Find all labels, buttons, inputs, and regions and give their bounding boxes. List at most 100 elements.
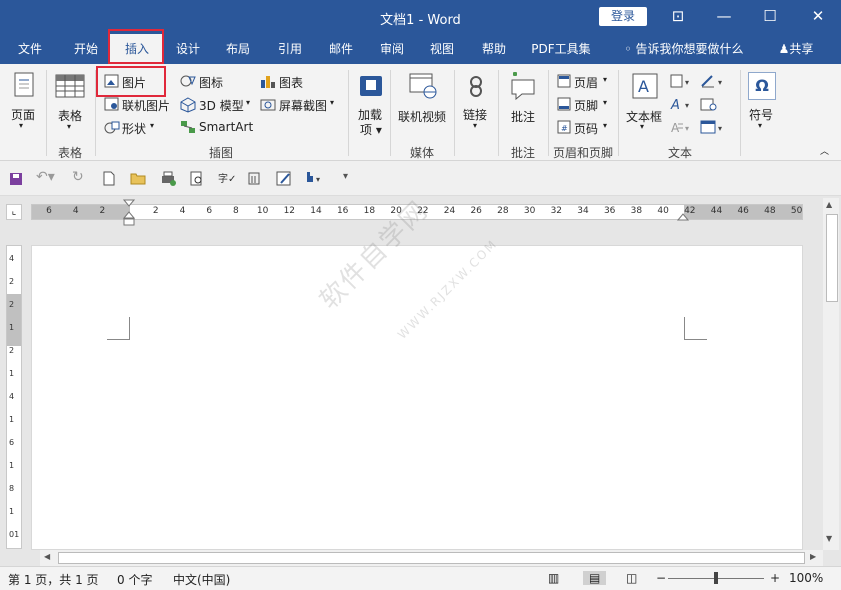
tab-references[interactable]: 引用 [270,34,310,64]
ruler-tick: 4 [179,206,186,216]
addins-label-2: 项 ▾ [360,123,382,137]
scroll-up-icon[interactable]: ▲ [826,200,832,209]
chevron-down-icon: ▾ [67,122,72,131]
ruler-tick: 38 [630,206,643,216]
draw-table-icon[interactable] [276,171,292,186]
print-layout-icon[interactable]: ▤ [583,571,607,585]
tab-pdf-tools[interactable]: PDF工具集 [526,34,596,64]
vruler-tick: 01 [9,530,20,539]
read-mode-icon[interactable]: ▥ [548,571,559,585]
chart-label: 图表 [279,76,304,90]
word-count[interactable]: 0 个字 [117,571,152,588]
collapse-ribbon-icon[interactable]: ︿ [820,144,829,157]
comment-group-label: 批注 [511,146,536,160]
header-label: 页眉 [574,76,599,90]
chevron-down-icon: ▾ [330,98,335,107]
tab-mailings[interactable]: 邮件 [321,34,361,64]
tab-design[interactable]: 设计 [168,34,208,64]
tab-selector-icon[interactable]: ⌞ [6,204,22,220]
maximize-button[interactable]: ☐ [747,0,793,34]
touch-mouse-mode-icon[interactable]: ▾ [302,170,324,186]
svg-text:▾: ▾ [685,101,689,110]
zoom-level[interactable]: 100% [789,571,823,585]
tell-me-box[interactable]: ◦ 告诉我你想要做什么 [614,34,754,64]
hscroll-thumb[interactable] [58,552,805,564]
scroll-down-icon[interactable]: ▼ [826,534,832,543]
ruler-tick: 34 [577,206,589,216]
zoom-out-icon[interactable]: − [656,571,666,585]
chevron-down-icon: ▾ [246,98,251,107]
redo-icon[interactable]: ↻ [72,169,84,185]
horizontal-scrollbar[interactable]: ◀ ▶ [40,550,823,566]
zoom-in-icon[interactable]: + [770,571,780,585]
comment-label: 批注 [511,110,536,124]
link-icon [470,76,482,97]
close-button[interactable]: ✕ [795,0,841,34]
document-page[interactable] [31,245,803,550]
share-label: 共享 [789,42,814,56]
tab-review[interactable]: 审阅 [372,34,412,64]
textbox-icon: A [632,73,658,99]
right-indent-marker-icon[interactable] [677,208,689,222]
zoom-slider-thumb[interactable] [714,572,718,584]
minimize-button[interactable]: — [701,0,747,34]
tab-help[interactable]: 帮助 [474,34,514,64]
vruler-tick: 1 [9,461,15,470]
print-preview-icon[interactable] [189,171,205,186]
login-button[interactable]: 登录 [599,7,647,26]
vertical-scrollbar[interactable]: ▲ ▼ [823,198,839,550]
cube-icon [180,97,196,113]
ruler-tick: 44 [710,206,723,216]
language[interactable]: 中文(中国) [173,571,230,588]
chevron-down-icon: ▾ [758,121,763,130]
ruler-tick: 26 [470,206,482,216]
page-count[interactable]: 第 1 页，共 1 页 [8,571,99,588]
tell-me-text: 告诉我你想要做什么 [635,42,744,56]
divider [454,70,455,156]
vruler-tick: 4 [9,254,15,263]
svg-text:#: # [561,124,568,133]
page-icon [14,72,34,97]
tab-home[interactable]: 开始 [66,34,106,64]
web-layout-icon[interactable]: ◫ [626,571,637,585]
divider [740,70,741,156]
vruler-tick: 1 [9,369,15,378]
header-icon [557,74,571,88]
print-icon[interactable] [160,171,176,186]
ruler-tick: 50 [790,206,803,216]
page-number-icon: # [557,120,571,134]
tab-view[interactable]: 视图 [422,34,462,64]
ruler-tick: 14 [310,206,322,216]
share-button[interactable]: ♟共享 [768,34,824,64]
spelling-icon[interactable]: 字✓ [218,170,236,185]
comment-icon [511,72,535,100]
tab-file[interactable]: 文件 [10,34,50,64]
vruler-tick: 6 [9,438,15,447]
customize-toolbar-icon[interactable]: ▾ [343,171,348,182]
scroll-right-icon[interactable]: ▶ [810,552,816,561]
ribbon-display-options-icon[interactable]: ⊡ [655,0,701,34]
scroll-left-icon[interactable]: ◀ [44,552,50,561]
open-folder-icon[interactable] [130,172,146,185]
indent-marker-icon[interactable] [123,199,135,227]
shapes-label: 形状 [122,122,147,136]
illustrations-group-label: 插图 [209,146,234,160]
touch-mode-icon[interactable] [246,171,262,186]
scroll-thumb[interactable] [826,214,838,302]
highlight-picture-button [96,66,166,97]
divider [390,70,391,156]
tab-layout[interactable]: 布局 [218,34,258,64]
online-picture-label: 联机图片 [122,99,171,113]
ruler-tick: 6 [206,206,213,216]
vertical-ruler[interactable]: 4 2 2 1 2 1 4 1 6 1 8 1 01 [6,245,22,549]
undo-icon[interactable]: ↶▾ [36,169,55,185]
margin-corner-tl [107,317,130,340]
3d-model-label: 3D 模型 [199,99,244,113]
online-picture-icon [104,97,119,111]
screenshot-label: 屏幕截图 [279,99,328,113]
ruler-tick: 2 [152,206,159,216]
omega-icon: Ω [748,72,776,100]
save-icon[interactable] [9,172,23,186]
smartart-label: SmartArt [199,120,254,134]
new-document-icon[interactable] [103,171,115,186]
